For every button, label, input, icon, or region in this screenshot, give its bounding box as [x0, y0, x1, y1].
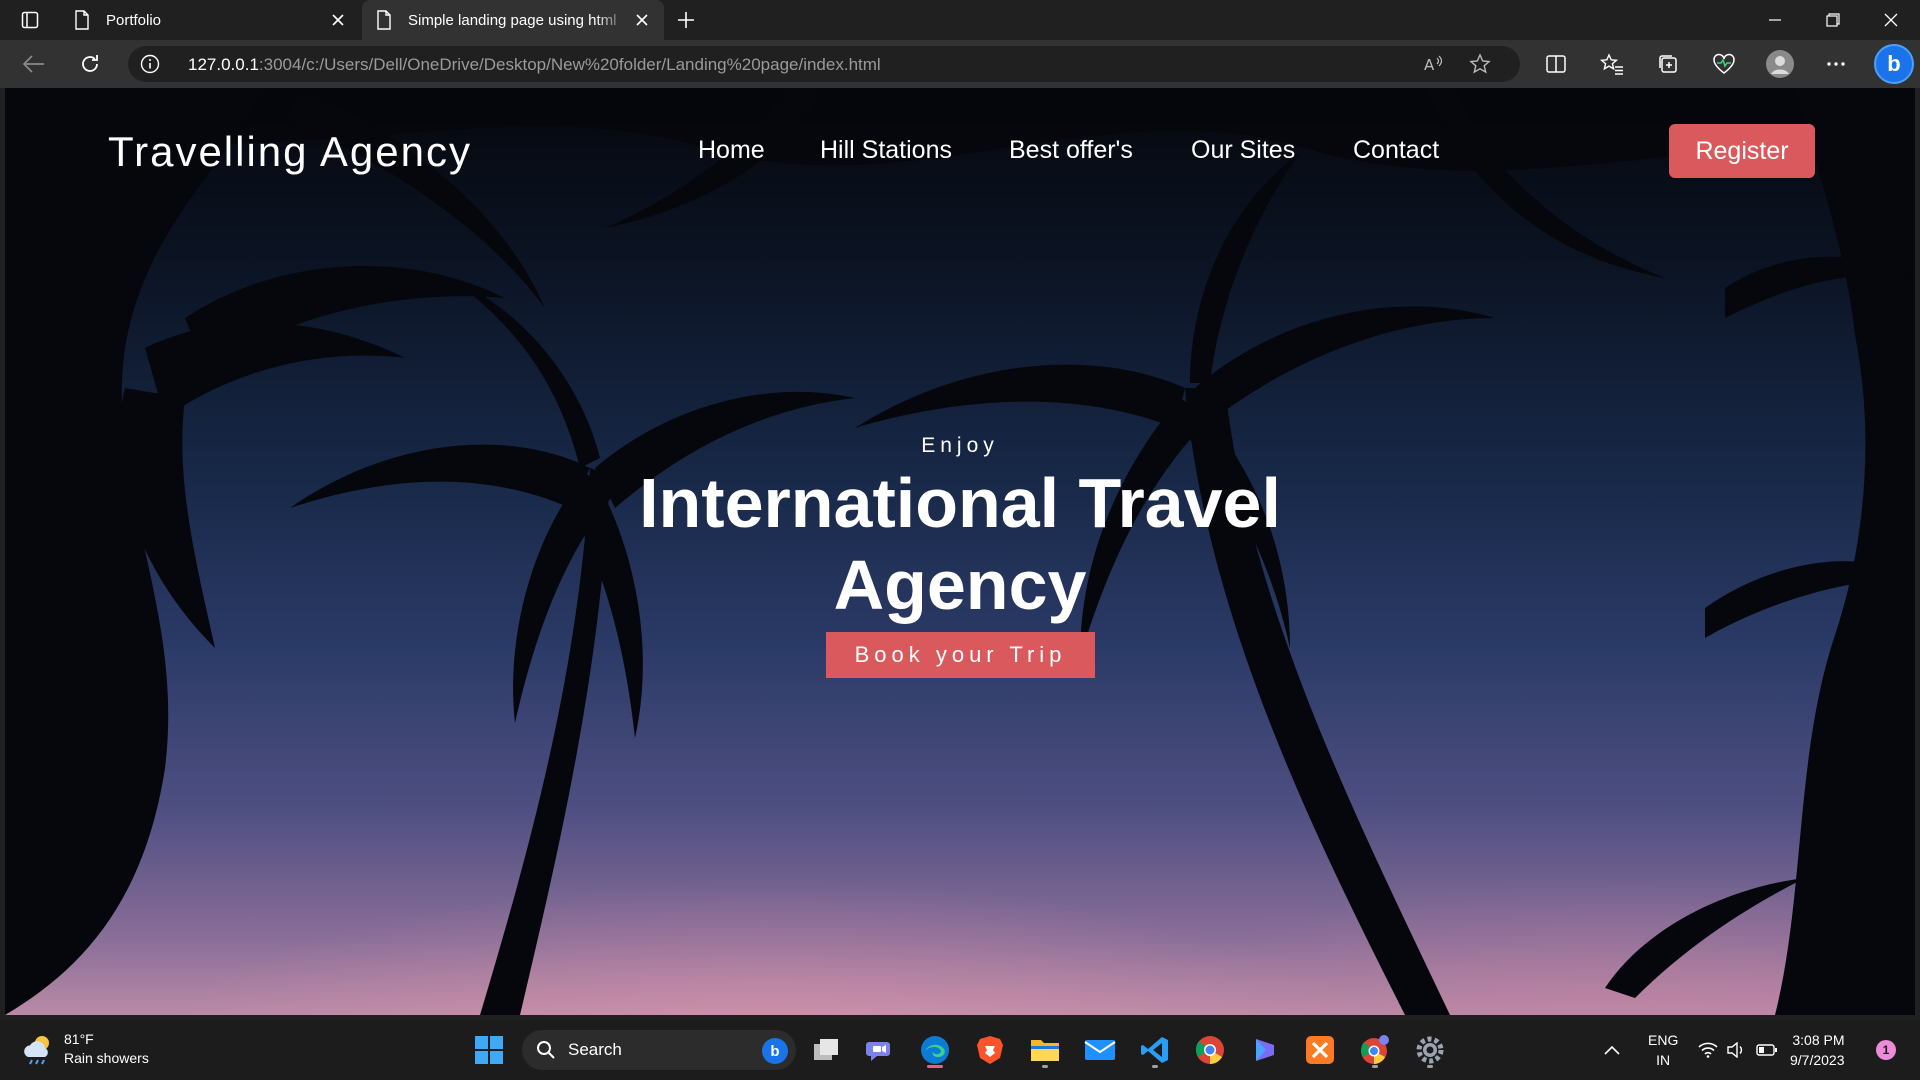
file-explorer-icon[interactable]	[1025, 1030, 1065, 1070]
mail-icon[interactable]	[1080, 1030, 1120, 1070]
close-tab-icon[interactable]	[324, 6, 352, 34]
wifi-icon[interactable]	[1698, 1020, 1718, 1080]
page-icon	[74, 9, 92, 31]
split-screen-icon[interactable]	[1538, 48, 1574, 80]
search-icon	[536, 1039, 558, 1061]
bing-icon: b	[762, 1038, 788, 1064]
read-aloud-icon[interactable]: A	[1422, 52, 1446, 76]
collections-icon[interactable]	[1650, 48, 1686, 80]
site-info-icon[interactable]	[140, 54, 160, 74]
xampp-icon[interactable]	[1300, 1030, 1340, 1070]
teams-icon[interactable]	[860, 1030, 900, 1070]
tab-title: Portfolio	[106, 11, 162, 29]
url-text[interactable]: 127.0.0.1:3004/c:/Users/Dell/OneDrive/De…	[188, 55, 881, 75]
clock[interactable]: 3:08 PM 9/7/2023	[1790, 1020, 1845, 1080]
start-icon[interactable]	[469, 1030, 509, 1070]
running-indicator	[1427, 1065, 1433, 1068]
task-view-icon[interactable]	[806, 1030, 846, 1070]
notification-badge: 1	[1876, 1040, 1896, 1060]
nav-home[interactable]: Home	[698, 136, 765, 165]
browser-toolbar: 127.0.0.1:3004/c:/Users/Dell/OneDrive/De…	[0, 40, 1920, 88]
clock-date: 9/7/2023	[1790, 1052, 1845, 1068]
weather-desc: Rain showers	[64, 1050, 149, 1066]
profile-avatar-icon[interactable]	[1762, 48, 1798, 80]
active-indicator	[927, 1065, 943, 1068]
lang-code: ENG	[1648, 1032, 1679, 1048]
input-language[interactable]: ENG IN	[1648, 1020, 1678, 1080]
clock-time: 3:08 PM	[1792, 1032, 1845, 1048]
page-viewport: Travelling Agency Home Hill Stations Bes…	[5, 88, 1915, 1015]
taskbar-search[interactable]: Search b	[522, 1030, 796, 1070]
hero-title: International Travel Agency	[639, 464, 1281, 624]
running-indicator	[1372, 1065, 1378, 1068]
weather-widget[interactable]: 81°F Rain showers	[20, 1030, 149, 1068]
register-button[interactable]: Register	[1669, 124, 1815, 178]
running-indicator	[1152, 1065, 1158, 1068]
favorites-icon[interactable]	[1594, 48, 1630, 80]
weather-temp: 81°F	[64, 1031, 94, 1047]
tab-landing-page[interactable]: Simple landing page using html	[362, 0, 664, 40]
rain-cloud-icon	[24, 1036, 49, 1065]
hero-subtitle: Enjoy	[921, 434, 999, 457]
bing-copilot-icon[interactable]: b	[1874, 44, 1914, 84]
restore-icon[interactable]	[1804, 0, 1862, 40]
nav-contact[interactable]: Contact	[1353, 136, 1439, 165]
brand-logo-text[interactable]: Travelling Agency	[108, 128, 472, 176]
minimize-icon[interactable]	[1746, 0, 1804, 40]
brave-icon[interactable]	[970, 1030, 1010, 1070]
chrome-icon[interactable]	[1190, 1030, 1230, 1070]
tab-portfolio[interactable]: Portfolio	[60, 0, 360, 40]
running-indicator	[1042, 1065, 1048, 1068]
more-options-icon[interactable]	[1818, 48, 1854, 80]
edge-icon[interactable]	[915, 1030, 955, 1070]
battery-icon[interactable]	[1756, 1020, 1778, 1080]
vscode-icon[interactable]	[1135, 1030, 1175, 1070]
nav-best-offers[interactable]: Best offer's	[1009, 136, 1133, 165]
lang-region: IN	[1656, 1052, 1671, 1068]
close-tab-icon[interactable]	[628, 6, 656, 34]
favorite-star-icon[interactable]	[1468, 52, 1492, 76]
browser-essentials-icon[interactable]	[1706, 48, 1742, 80]
address-bar[interactable]: 127.0.0.1:3004/c:/Users/Dell/OneDrive/De…	[128, 46, 1520, 82]
tab-bar: Portfolio Simple landing page using html	[0, 0, 1920, 40]
tab-title: Simple landing page using html	[408, 11, 617, 29]
nav-our-sites[interactable]: Our Sites	[1191, 136, 1295, 165]
close-window-icon[interactable]	[1862, 0, 1920, 40]
settings-icon[interactable]	[1410, 1030, 1450, 1070]
back-icon[interactable]	[16, 48, 52, 80]
nav-hill-stations[interactable]: Hill Stations	[820, 136, 952, 165]
new-tab-icon[interactable]	[672, 6, 700, 34]
taskbar: 81°F Rain showers Search b ENG IN 3:08 P…	[0, 1020, 1920, 1080]
notifications[interactable]: 1	[1876, 1020, 1896, 1080]
show-hidden-icons[interactable]	[1604, 1020, 1620, 1080]
chrome-profile-icon[interactable]	[1355, 1030, 1395, 1070]
volume-icon[interactable]	[1726, 1020, 1746, 1080]
tab-actions-icon[interactable]	[16, 8, 44, 32]
search-label: Search	[568, 1040, 622, 1059]
refresh-icon[interactable]	[72, 48, 108, 80]
svg-text:A: A	[1424, 56, 1435, 74]
copilot-icon[interactable]	[1245, 1030, 1285, 1070]
page-icon	[376, 9, 394, 31]
book-trip-button[interactable]: Book your Trip	[826, 632, 1095, 678]
